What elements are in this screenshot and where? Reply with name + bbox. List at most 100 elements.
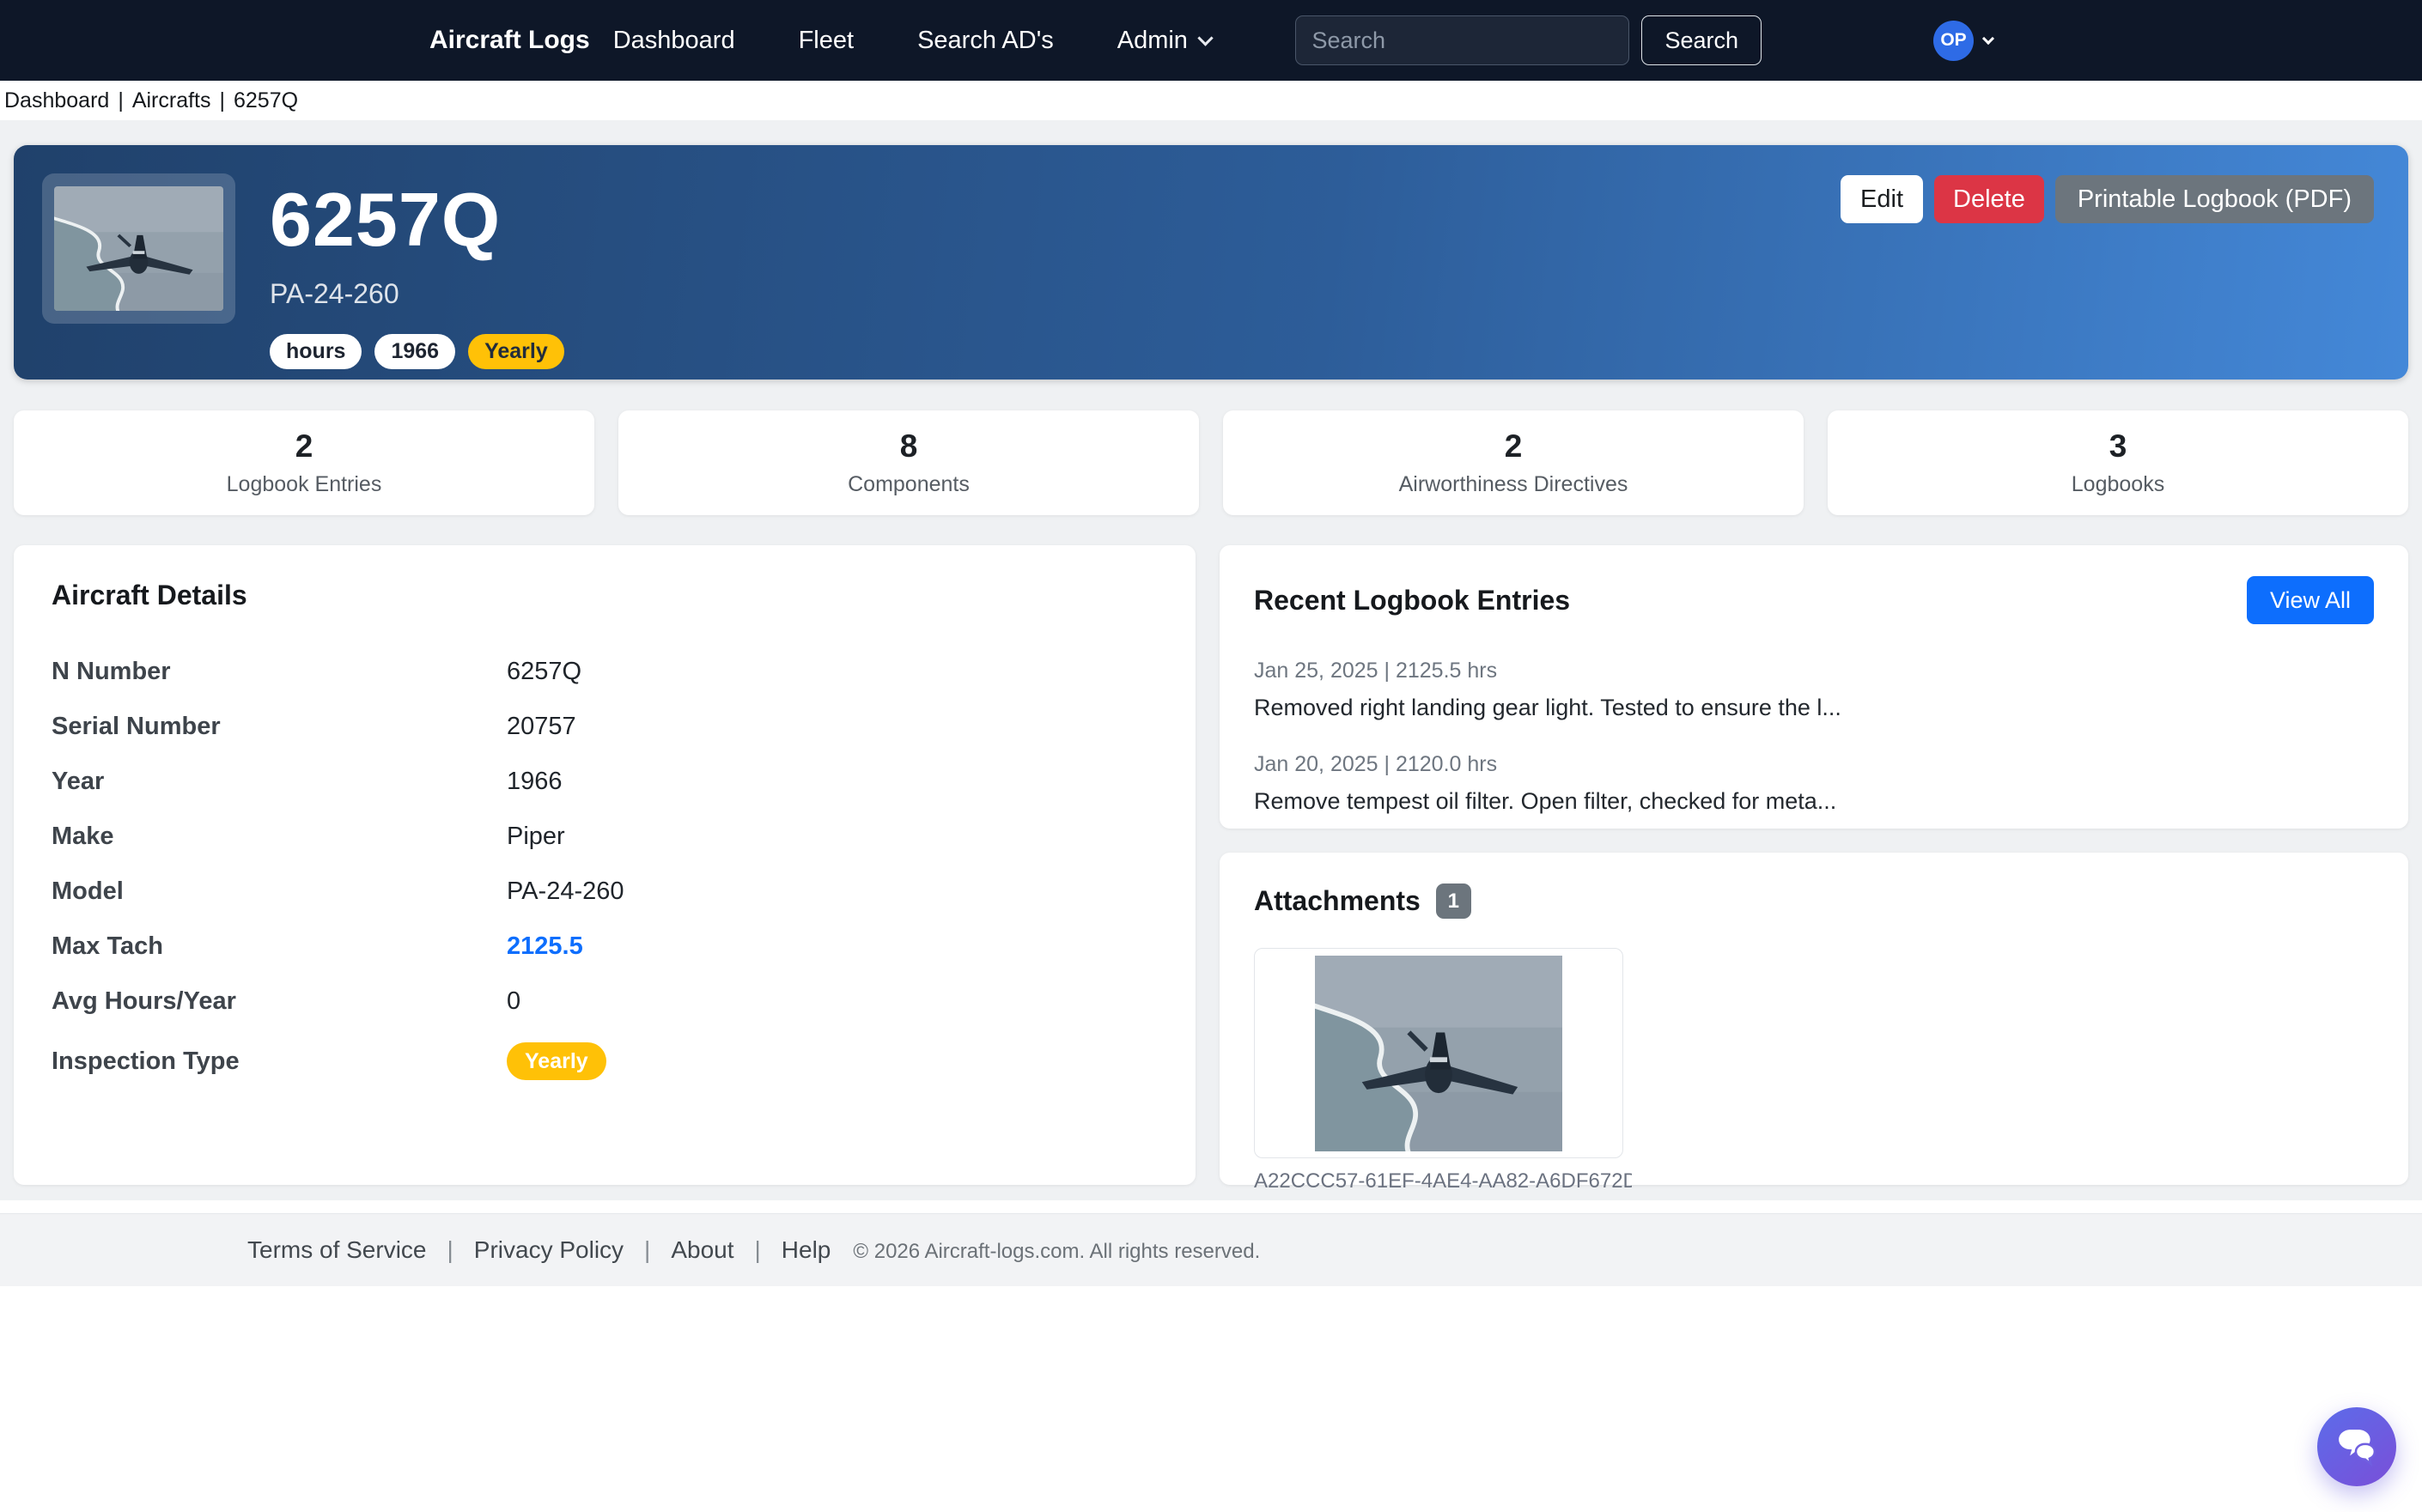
hero-text-block: 6257Q PA-24-260 hours 1966 Yearly — [270, 173, 564, 380]
inspection-badge: Yearly — [468, 334, 564, 369]
chevron-down-icon — [1982, 32, 1994, 44]
hero-badges: hours 1966 Yearly — [270, 334, 564, 369]
attachments-heading: Attachments — [1254, 885, 1421, 917]
detail-label: N Number — [52, 658, 507, 686]
footer-separator: | — [644, 1236, 650, 1264]
copyright-text: © 2026 Aircraft-logs.com. All rights res… — [853, 1240, 1260, 1264]
nav-link-admin-dropdown[interactable]: Admin — [1117, 27, 1211, 55]
nav-link-fleet[interactable]: Fleet — [799, 27, 854, 55]
recent-logbook-panel: Recent Logbook Entries View All Jan 25, … — [1220, 545, 2408, 829]
logbook-entry[interactable]: Jan 25, 2025 | 2125.5 hrs Removed right … — [1254, 659, 2374, 721]
brand-logo[interactable]: Aircraft Logs — [429, 26, 590, 55]
footer-link-about[interactable]: About — [671, 1236, 733, 1264]
detail-value: Piper — [507, 823, 565, 851]
entry-description: Remove tempest oil filter. Open filter, … — [1254, 788, 2374, 815]
chevron-down-icon — [1197, 30, 1213, 46]
detail-row-avg-hours: Avg Hours/Year 0 — [52, 987, 1158, 1016]
footer-separator: | — [755, 1236, 761, 1264]
page-title: 6257Q — [270, 182, 564, 258]
right-column: Recent Logbook Entries View All Jan 25, … — [1220, 545, 2408, 1185]
detail-label: Make — [52, 823, 507, 851]
entry-meta: Jan 25, 2025 | 2125.5 hrs — [1254, 659, 2374, 683]
stat-value: 3 — [2109, 428, 2127, 465]
detail-label: Year — [52, 768, 507, 796]
delete-button[interactable]: Delete — [1934, 175, 2044, 223]
aircraft-photo — [54, 186, 223, 311]
breadcrumb-separator: | — [118, 88, 124, 113]
nav-link-search-ads[interactable]: Search AD's — [917, 27, 1054, 55]
aircraft-photo-thumbnail[interactable] — [42, 173, 235, 324]
detail-row-model: Model PA-24-260 — [52, 877, 1158, 906]
detail-value: PA-24-260 — [507, 877, 624, 906]
detail-label: Model — [52, 877, 507, 906]
aircraft-details-heading: Aircraft Details — [52, 580, 1158, 611]
attachments-panel: Attachments 1 A22CCC57-61EF-4AE4-AA82-A6… — [1220, 853, 2408, 1185]
avatar: OP — [1933, 21, 1974, 61]
logbook-entry[interactable]: Jan 20, 2025 | 2120.0 hrs Remove tempest… — [1254, 752, 2374, 815]
detail-value: 1966 — [507, 768, 563, 796]
attachment-image — [1315, 956, 1562, 1151]
stat-label: Components — [848, 472, 970, 497]
detail-row-year: Year 1966 — [52, 768, 1158, 796]
hours-badge: hours — [270, 334, 362, 369]
chat-widget-button[interactable] — [2317, 1407, 2396, 1486]
top-navbar: Aircraft Logs Dashboard Fleet Search AD'… — [0, 0, 2422, 81]
user-menu[interactable]: OP — [1933, 21, 1993, 61]
detail-label: Inspection Type — [52, 1047, 507, 1076]
stat-card-components: 8 Components — [618, 410, 1199, 515]
breadcrumb-current: 6257Q — [234, 88, 298, 113]
stat-card-logbooks: 3 Logbooks — [1828, 410, 2408, 515]
printable-logbook-button[interactable]: Printable Logbook (PDF) — [2055, 175, 2374, 223]
detail-value: 20757 — [507, 713, 576, 741]
footer-link-help[interactable]: Help — [782, 1236, 831, 1264]
search-input[interactable] — [1295, 15, 1629, 65]
logbook-entries: Jan 25, 2025 | 2125.5 hrs Removed right … — [1254, 659, 2374, 815]
detail-row-n-number: N Number 6257Q — [52, 658, 1158, 686]
detail-row-make: Make Piper — [52, 823, 1158, 851]
detail-label: Serial Number — [52, 713, 507, 741]
detail-value: 0 — [507, 987, 520, 1016]
footer-link-privacy[interactable]: Privacy Policy — [474, 1236, 624, 1264]
stat-value: 8 — [900, 428, 918, 465]
stat-value: 2 — [1505, 428, 1523, 465]
detail-value: 6257Q — [507, 658, 581, 686]
edit-button[interactable]: Edit — [1841, 175, 1923, 223]
stat-value: 2 — [295, 428, 313, 465]
breadcrumb-dashboard[interactable]: Dashboard — [4, 88, 109, 113]
stat-label: Logbooks — [2072, 472, 2164, 497]
aircraft-details-panel: Aircraft Details N Number 6257Q Serial N… — [14, 545, 1196, 1185]
content-grid: Aircraft Details N Number 6257Q Serial N… — [14, 545, 2408, 1185]
nav-search-form: Search — [1295, 15, 1762, 65]
detail-row-max-tach: Max Tach 2125.5 — [52, 932, 1158, 961]
detail-label: Max Tach — [52, 932, 507, 961]
stat-card-airworthiness-directives: 2 Airworthiness Directives — [1223, 410, 1804, 515]
breadcrumb-aircrafts[interactable]: Aircrafts — [132, 88, 211, 113]
footer-separator: | — [447, 1236, 453, 1264]
inspection-type-badge: Yearly — [507, 1042, 606, 1080]
max-tach-link[interactable]: 2125.5 — [507, 932, 583, 961]
view-all-button[interactable]: View All — [2247, 576, 2374, 624]
page-footer: Terms of Service | Privacy Policy | Abou… — [0, 1213, 2422, 1286]
breadcrumb-separator: | — [220, 88, 226, 113]
aircraft-model-subtitle: PA-24-260 — [270, 278, 564, 310]
recent-logbook-heading: Recent Logbook Entries — [1254, 585, 1570, 616]
attachment-thumbnail[interactable] — [1254, 948, 1623, 1158]
hero-action-buttons: Edit Delete Printable Logbook (PDF) — [1841, 175, 2374, 223]
nav-link-dashboard[interactable]: Dashboard — [613, 27, 735, 55]
breadcrumb: Dashboard | Aircrafts | 6257Q — [0, 81, 2422, 120]
attachments-count-badge: 1 — [1436, 884, 1471, 919]
stat-label: Airworthiness Directives — [1399, 472, 1628, 497]
stat-label: Logbook Entries — [227, 472, 382, 497]
entry-description: Removed right landing gear light. Tested… — [1254, 695, 2374, 721]
year-badge: 1966 — [374, 334, 455, 369]
stats-row: 2 Logbook Entries 8 Components 2 Airwort… — [14, 410, 2408, 515]
stat-card-logbook-entries: 2 Logbook Entries — [14, 410, 594, 515]
detail-rows: N Number 6257Q Serial Number 20757 Year … — [52, 658, 1158, 1080]
footer-link-terms[interactable]: Terms of Service — [247, 1236, 427, 1264]
admin-label: Admin — [1117, 27, 1188, 55]
chat-bubbles-icon — [2334, 1426, 2379, 1467]
aircraft-hero-banner: 6257Q PA-24-260 hours 1966 Yearly Edit D… — [14, 145, 2408, 380]
search-button[interactable]: Search — [1641, 15, 1762, 65]
detail-label: Avg Hours/Year — [52, 987, 507, 1016]
detail-row-inspection-type: Inspection Type Yearly — [52, 1042, 1158, 1080]
